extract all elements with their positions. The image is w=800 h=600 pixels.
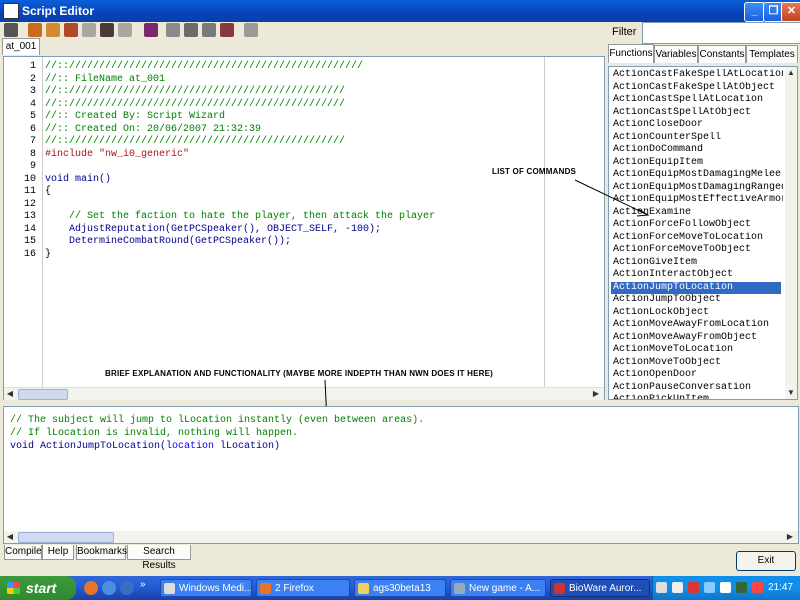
tab-help[interactable]: Help <box>42 545 74 560</box>
windows-logo-icon <box>7 582 20 594</box>
task-label: ags30beta13 <box>373 583 431 594</box>
help-signature: void ActionJumpToLocation(location lLoca… <box>10 441 280 452</box>
sig-type: location <box>166 441 215 452</box>
arrow-to-function-list <box>574 179 649 216</box>
start-button[interactable]: start <box>0 576 76 600</box>
tray-update-icon[interactable] <box>704 582 715 593</box>
tray-security-icon[interactable] <box>688 582 699 593</box>
tab-search-results[interactable]: Search Results <box>127 545 191 571</box>
scroll-right-icon[interactable]: ▶ <box>784 531 796 543</box>
sig-prefix: void ActionJumpToLocation( <box>10 441 167 452</box>
quicklaunch-overflow-icon[interactable]: » <box>140 579 146 590</box>
start-label: start <box>26 580 57 596</box>
tray-volume-icon[interactable] <box>720 582 731 593</box>
tab-bookmarks[interactable]: Bookmarks <box>76 545 127 560</box>
scroll-thumb[interactable] <box>18 532 114 543</box>
media-player-icon <box>164 583 175 594</box>
task-ags30beta13[interactable]: ags30beta13 <box>354 579 446 597</box>
firefox-quicklaunch-icon[interactable] <box>84 581 98 595</box>
task-label: 2 Firefox <box>275 583 314 594</box>
ie-quicklaunch-icon[interactable] <box>102 581 116 595</box>
task-label: New game - A... <box>469 583 541 594</box>
clock: 21:47 <box>768 582 794 593</box>
folder-icon <box>358 583 369 594</box>
scroll-left-icon[interactable]: ◀ <box>4 531 16 543</box>
task-label: Windows Medi... <box>179 583 252 594</box>
help-horizontal-scrollbar[interactable]: ◀ ▶ <box>4 531 798 543</box>
tray-pen-icon[interactable] <box>656 582 667 593</box>
task-label: BioWare Auror... <box>569 583 642 594</box>
tab-compiler[interactable]: Compiler <box>4 545 45 560</box>
tray-msn-icon[interactable] <box>736 582 747 593</box>
help-line-2: // If lLocation is invalid, nothing will… <box>10 428 299 439</box>
tray-alert-icon[interactable] <box>752 582 763 593</box>
bioware-icon <box>554 583 565 594</box>
firefox-icon <box>260 583 271 594</box>
task-bioware-aurora[interactable]: BioWare Auror... <box>550 579 650 597</box>
media-quicklaunch-icon[interactable] <box>120 581 134 595</box>
sig-suffix: lLocation) <box>214 441 281 452</box>
task-firefox[interactable]: 2 Firefox <box>256 579 350 597</box>
task-new-game[interactable]: New game - A... <box>450 579 546 597</box>
help-panel[interactable]: // The subject will jump to lLocation in… <box>3 406 799 544</box>
app-icon <box>454 583 465 594</box>
task-windows-media[interactable]: Windows Medi... <box>160 579 252 597</box>
exit-button[interactable]: Exit <box>736 551 796 571</box>
help-line-1: // The subject will jump to lLocation in… <box>10 415 425 426</box>
tray-network-icon[interactable] <box>672 582 683 593</box>
